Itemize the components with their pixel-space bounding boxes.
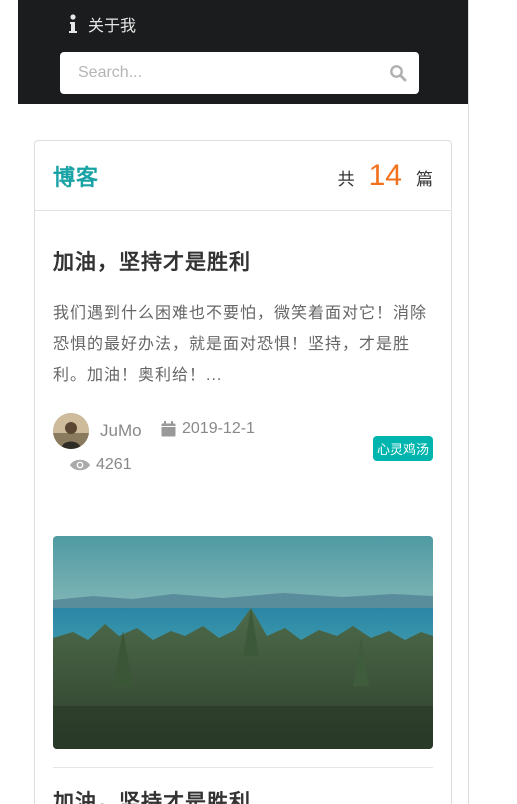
search-icon[interactable]	[389, 64, 407, 82]
top-navbar: 关于我	[18, 0, 468, 104]
avatar[interactable]	[53, 413, 89, 449]
post-title[interactable]: 加油，坚持才是胜利	[53, 786, 251, 804]
post-date-text: 2019-12-1	[182, 420, 255, 437]
post-author[interactable]: JuMo	[100, 421, 142, 441]
info-icon	[69, 14, 77, 33]
count-number: 14	[368, 158, 402, 192]
nav-about-label: 关于我	[88, 18, 137, 35]
category-tag[interactable]: 心灵鸡汤	[372, 436, 433, 461]
eye-icon	[70, 459, 90, 471]
post-meta: JuMo 2019-12-1 4261 心灵鸡汤	[53, 413, 433, 483]
post-views: 4261	[70, 456, 132, 474]
post-views-text: 4261	[96, 456, 132, 473]
count-suffix: 篇	[416, 169, 433, 189]
search-input[interactable]	[78, 64, 389, 82]
post-title[interactable]: 加油，坚持才是胜利	[53, 246, 433, 276]
calendar-icon	[161, 421, 176, 437]
blog-title: 博客	[53, 164, 100, 190]
blog-card-header: 博客 共 14 篇	[35, 141, 451, 211]
post-thumbnail[interactable]	[53, 536, 433, 749]
post-count: 共 14 篇	[338, 159, 433, 193]
post-excerpt: 我们遇到什么困难也不要怕，微笑着面对它！消除恐惧的最好办法，就是面对恐惧！坚持，…	[53, 305, 428, 384]
count-prefix: 共	[337, 169, 355, 189]
avatar-image	[53, 413, 89, 449]
forest-lake-image	[53, 536, 433, 749]
post-divider	[53, 767, 433, 768]
blog-card: 博客 共 14 篇 加油，坚持才是胜利 我们遇到什么困难也不要怕，微笑着面对它！…	[34, 140, 452, 804]
search-box	[60, 52, 419, 94]
post-item[interactable]: 加油，坚持才是胜利 我们遇到什么困难也不要怕，微笑着面对它！消除恐惧的最好办法，…	[53, 246, 433, 483]
page-frame: 关于我 博客 共 14 篇 加油，坚持才是胜利 我们遇到什么困难也不要怕，微笑着…	[18, 0, 469, 804]
nav-item-about[interactable]: 关于我	[68, 12, 136, 36]
post-date: 2019-12-1	[161, 420, 255, 438]
